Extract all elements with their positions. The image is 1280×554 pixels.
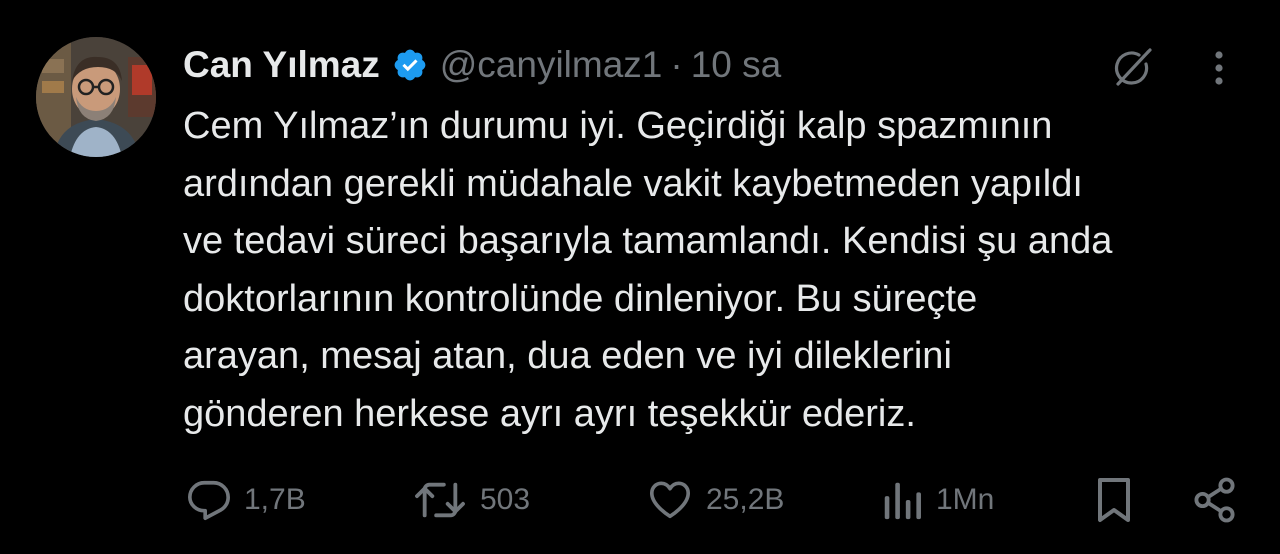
tweet-text: Cem Yılmaz’ın durumu iyi. Geçirdiği kalp… [183,98,1263,443]
reply-icon [186,477,232,523]
views-count: 1Mn [936,483,995,516]
views-button[interactable]: 1Mn [880,470,994,530]
repost-count: 503 [480,483,531,516]
grok-icon [1106,42,1158,94]
reply-button[interactable]: 1,7B [186,470,306,530]
tweet-timestamp[interactable]: 10 sa [691,44,782,86]
repost-button[interactable]: 503 [412,470,530,530]
avatar[interactable] [36,37,156,157]
more-icon [1213,48,1225,88]
share-button[interactable] [1192,470,1238,530]
heart-icon [646,477,694,523]
verified-badge-icon [392,47,428,83]
reply-count: 1,7B [244,483,306,516]
tweet: Can Yılmaz @canyilmaz1 · 10 sa Cem Yılma… [0,0,1280,554]
tweet-header: Can Yılmaz @canyilmaz1 · 10 sa [183,40,781,90]
share-icon [1192,476,1238,524]
tweet-text-line: doktorlarının kontrolünde dinleniyor. Bu… [183,277,978,320]
tweet-text-line: Cem Yılmaz’ın durumu iyi. Geçirdiği kalp… [183,105,1053,147]
header-separator: · [670,44,683,85]
like-button[interactable]: 25,2B [646,470,784,530]
tweet-text-line: ardından gerekli müdahale vakit kaybetme… [183,162,1083,205]
action-bar: 1,7B 503 25,2B 1Mn [0,470,1280,530]
bookmark-button[interactable] [1094,470,1134,530]
author-handle[interactable]: @canyilmaz1 [440,44,663,86]
tweet-text-line: arayan, mesaj atan, dua eden ve iyi dile… [183,335,952,377]
tweet-text-line: ve tedavi süreci başarıyla tamamlandı. K… [183,220,1113,262]
grok-button[interactable] [1104,40,1160,96]
display-name[interactable]: Can Yılmaz [183,44,380,86]
tweet-text-line: gönderen herkese ayrı ayrı teşekkür eder… [183,392,916,435]
like-count: 25,2B [706,483,785,516]
repost-icon [412,477,468,523]
views-icon [880,477,924,523]
bookmark-icon [1094,475,1134,525]
more-button[interactable] [1196,40,1242,96]
